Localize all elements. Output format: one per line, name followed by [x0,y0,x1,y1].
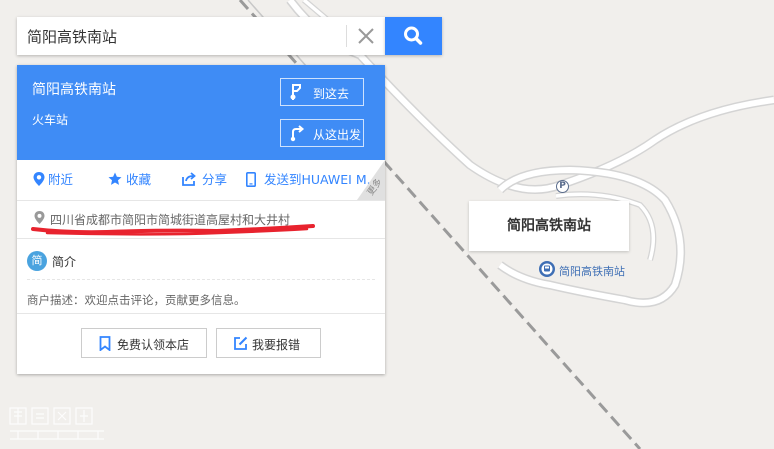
edit-icon [234,336,248,350]
action-bar: 附近 收藏 分享 发送到HUAWEI M... 更多 [17,160,385,201]
train-station-marker-icon[interactable] [538,260,556,278]
search-icon [404,26,423,45]
place-card-header: 简阳高铁南站 火车站 到这去 从这出发 [17,65,385,160]
intro-label: 简介 [52,255,77,269]
parking-icon[interactable]: P [556,180,569,193]
claim-store-label: 免费认领本店 [117,338,190,352]
share-icon [182,172,196,186]
route-from-label: 从这出发 [313,128,362,142]
search-divider [346,25,347,47]
place-card: 简阳高铁南站 火车站 到这去 从这出发 附近 收藏 分享 发送到HUAWEI M… [17,65,385,374]
merchant-description[interactable]: 商户描述：欢迎点击评论，贡献更多信息。 [27,292,246,308]
route-from-icon [290,125,305,142]
star-icon [108,172,122,185]
bookmark-icon [99,336,111,351]
route-to-label: 到这去 [313,87,350,101]
location-pin-icon [33,172,45,186]
place-name: 简阳高铁南站 [32,82,116,98]
intro-badge: 简 [27,251,47,271]
nearby-button[interactable]: 附近 [33,160,83,200]
report-error-label: 我要报错 [252,338,301,352]
phone-icon [246,172,256,187]
claim-store-button[interactable]: 免费认领本店 [81,328,207,358]
route-to-button[interactable]: 到这去 [280,78,364,106]
map-popup-title[interactable]: 简阳高铁南站 [469,201,629,251]
route-from-button[interactable]: 从这出发 [280,119,364,147]
share-button[interactable]: 分享 [182,160,232,200]
watermark-logo [9,407,104,440]
favorite-button[interactable]: 收藏 [108,160,158,200]
route-to-icon [290,84,301,100]
station-map-label[interactable]: 简阳高铁南站 [559,263,625,279]
red-annotation-underline [31,224,315,236]
search-box [17,17,385,55]
report-error-button[interactable]: 我要报错 [216,328,321,358]
clear-search-icon[interactable] [353,23,379,49]
intro-row[interactable]: 简 简介 [27,239,375,280]
footer-divider [17,313,385,314]
send-to-phone-button[interactable]: 发送到HUAWEI M... [246,160,379,200]
nearby-label: 附近 [48,172,74,187]
search-button[interactable] [385,17,442,55]
place-type: 火车站 [32,113,69,127]
favorite-label: 收藏 [126,172,152,187]
search-input[interactable] [17,17,337,55]
share-label: 分享 [202,172,228,187]
